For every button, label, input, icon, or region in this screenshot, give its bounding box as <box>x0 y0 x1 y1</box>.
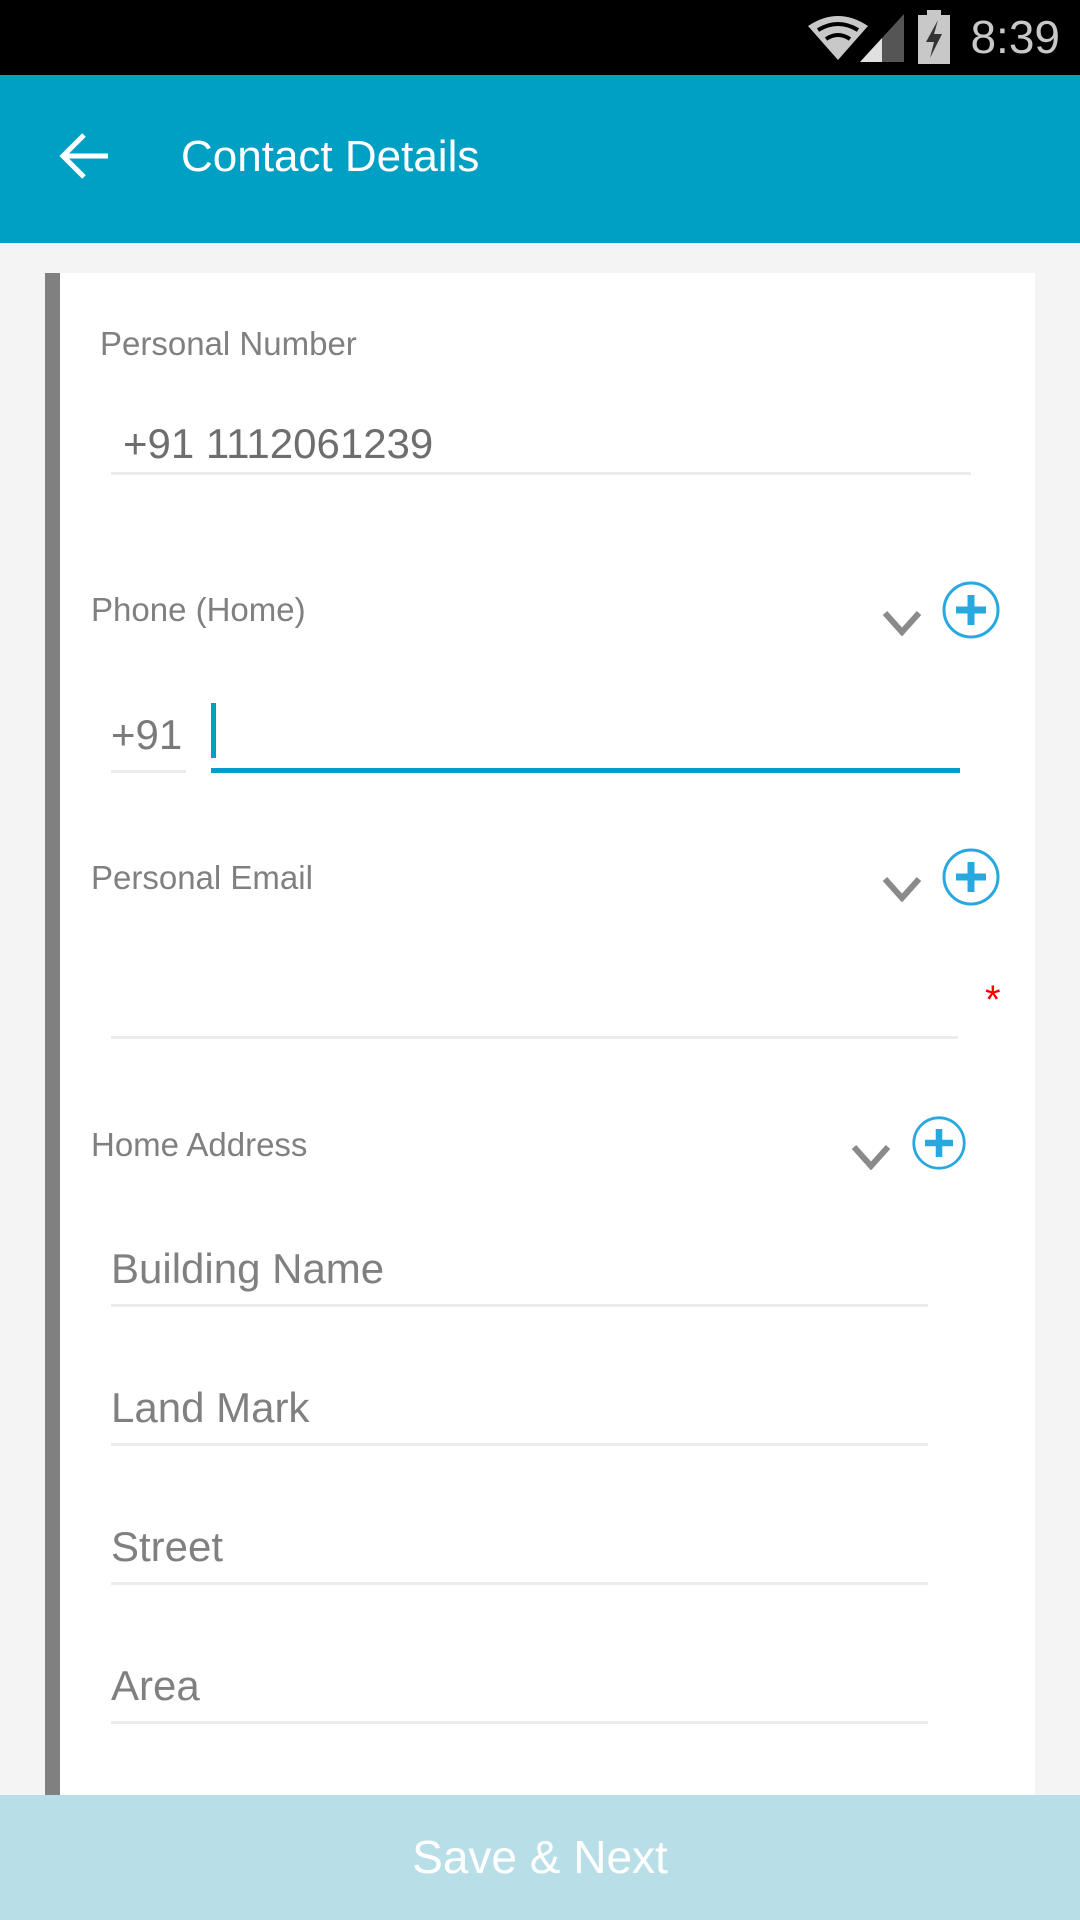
arrow-left-icon[interactable] <box>58 129 112 183</box>
personal-email-underline <box>111 1036 958 1039</box>
app-bar: Contact Details <box>0 75 1080 243</box>
clock: 8:39 <box>970 11 1060 63</box>
building-name-underline <box>111 1304 928 1307</box>
text-cursor <box>211 703 216 758</box>
phone-home-input[interactable] <box>211 703 960 773</box>
add-phone-icon[interactable] <box>941 580 1001 640</box>
chevron-down-icon[interactable] <box>882 610 922 636</box>
land-mark-input[interactable]: Land Mark <box>111 1383 309 1433</box>
area-input[interactable]: Area <box>111 1661 200 1711</box>
contact-form-card: Personal Number +91 1112061239 Phone (Ho… <box>45 273 1035 1833</box>
country-code-underline <box>111 770 186 773</box>
page-title: Contact Details <box>181 132 480 181</box>
phone-home-label: Phone (Home) <box>91 591 306 628</box>
chevron-down-icon[interactable] <box>851 1144 891 1170</box>
personal-email-input[interactable] <box>111 933 961 1033</box>
chevron-down-icon[interactable] <box>882 876 922 902</box>
required-asterisk: * <box>985 978 1001 1022</box>
signal-icon <box>860 14 904 62</box>
save-next-button[interactable]: Save & Next <box>0 1795 1080 1920</box>
personal-number-input[interactable]: +91 1112061239 <box>123 419 433 469</box>
country-code[interactable]: +91 <box>111 710 182 760</box>
personal-number-underline <box>111 472 971 475</box>
personal-number-label: Personal Number <box>100 325 357 362</box>
add-address-icon[interactable] <box>911 1115 967 1171</box>
street-underline <box>111 1582 928 1585</box>
land-mark-underline <box>111 1443 928 1446</box>
home-address-label: Home Address <box>91 1126 308 1163</box>
area-underline <box>111 1721 928 1724</box>
phone-home-underline-active <box>211 768 960 773</box>
status-bar: 8:39 <box>0 0 1080 75</box>
card-accent-bar <box>45 273 60 1833</box>
building-name-input[interactable]: Building Name <box>111 1244 384 1294</box>
street-input[interactable]: Street <box>111 1522 223 1572</box>
personal-email-label: Personal Email <box>91 859 313 896</box>
battery-charging-icon <box>918 10 950 64</box>
add-email-icon[interactable] <box>941 847 1001 907</box>
